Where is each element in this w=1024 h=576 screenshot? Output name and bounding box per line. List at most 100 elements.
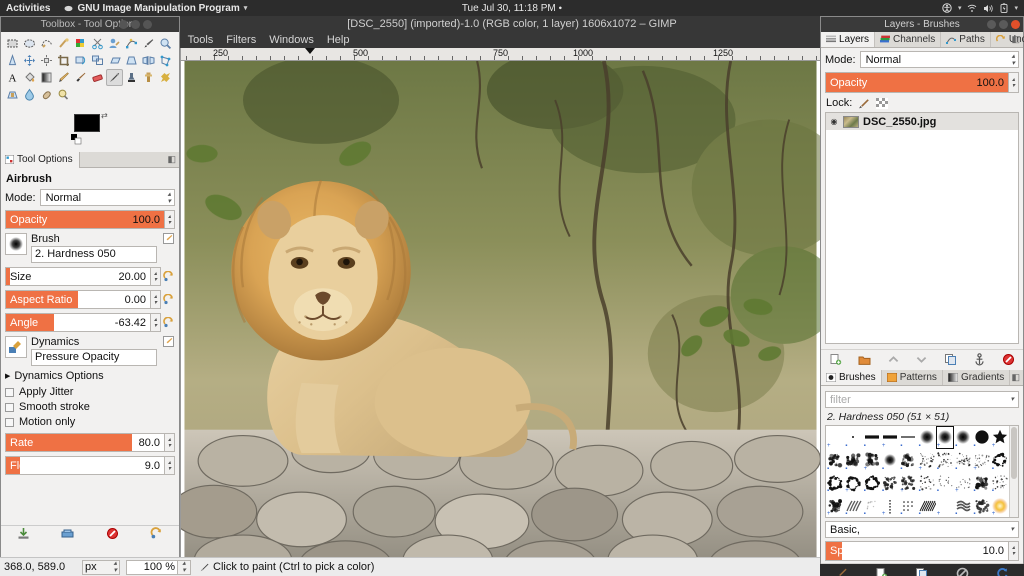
angle-reset-icon[interactable]	[161, 313, 175, 332]
color-picker-icon[interactable]	[140, 35, 157, 52]
brush-value[interactable]: 2. Hardness 050	[31, 246, 157, 263]
brush-cell[interactable]: +	[917, 449, 935, 472]
tab-tool-options[interactable]: Tool Options	[1, 152, 80, 168]
right-dock-titlebar[interactable]: Layers - Brushes	[821, 17, 1023, 32]
brush-cell[interactable]: +	[826, 426, 844, 449]
edit-brush-icon[interactable]	[835, 567, 848, 576]
fuzzy-select-icon[interactable]	[55, 35, 72, 52]
swap-colors-icon[interactable]: ⇄	[101, 111, 108, 120]
layer-opacity-spinner[interactable]: ▴ ▾	[1009, 72, 1019, 93]
opacity-spinner[interactable]: ▴ ▾	[165, 210, 175, 229]
brush-edit-icon[interactable]	[161, 233, 175, 244]
chevron-down-icon[interactable]: ▾	[1010, 396, 1014, 403]
tab-brushes[interactable]: Brushes	[821, 370, 882, 385]
lock-alpha-icon[interactable]	[876, 98, 888, 109]
select-by-color-icon[interactable]	[72, 35, 89, 52]
clone-icon[interactable]	[140, 69, 157, 86]
flow-slider[interactable]: Flow 9.0	[5, 456, 165, 475]
dock-menu-icon[interactable]: ◧	[167, 154, 176, 165]
brush-filter-input[interactable]: filter ▾	[825, 391, 1019, 408]
minimize-icon[interactable]	[119, 20, 128, 29]
new-group-icon[interactable]	[858, 353, 871, 366]
shear-icon[interactable]	[106, 52, 123, 69]
spacing-spinner[interactable]: ▴ ▾	[1009, 541, 1019, 561]
aspect-ratio-spinner[interactable]: ▴ ▾	[151, 290, 161, 309]
brush-cell[interactable]: ▪	[899, 449, 917, 472]
brush-tag-select[interactable]: Basic, ▾	[825, 521, 1019, 538]
smooth-stroke-checkbox[interactable]	[5, 403, 14, 412]
brush-preview[interactable]	[5, 233, 27, 255]
activities-button[interactable]: Activities	[6, 3, 50, 14]
spacing-slider[interactable]: Spacing 10.0	[825, 541, 1009, 561]
maximize-icon[interactable]	[131, 20, 140, 29]
lock-pixels-icon[interactable]	[858, 98, 870, 109]
close-icon[interactable]	[1011, 20, 1020, 29]
brush-cell[interactable]: +	[899, 472, 917, 495]
brushes-tab-row[interactable]: Brushes Patterns Gradients ◧	[821, 370, 1023, 386]
brush-cell[interactable]: ▪	[954, 494, 972, 517]
paths-icon[interactable]	[123, 35, 140, 52]
brush-cell[interactable]: +	[881, 494, 899, 517]
brush-cell[interactable]: ▪	[826, 449, 844, 472]
brush-cell[interactable]: ▪	[844, 426, 862, 449]
ink-icon[interactable]	[123, 69, 140, 86]
brush-cell[interactable]: ▪	[826, 472, 844, 495]
brush-grid[interactable]: + ▪ ▪ + ▪ ▪ + ▪ ▪ + ▪ ▪ + ▪ ▪ + ▪ ▪ + ▪ ▪ + ▪ ▪ + ▪ ▪ + ▪ ▪ + ▪ ▪ + ▪ ▪ + ▪ ▪ +	[826, 426, 1009, 517]
size-reset-icon[interactable]	[161, 267, 175, 286]
apply-jitter-checkbox[interactable]	[5, 388, 14, 397]
horizontal-ruler[interactable]: 250 500 750 1000 1250	[172, 48, 820, 61]
text-icon[interactable]: A	[4, 69, 21, 86]
lower-layer-icon[interactable]	[915, 353, 928, 366]
delete-brush-icon[interactable]	[956, 567, 969, 576]
zoom-spinner[interactable]: ▴ ▾	[178, 560, 191, 575]
foreground-color-swatch[interactable]	[74, 114, 100, 132]
brush-cell[interactable]: ▪	[863, 426, 881, 449]
layer-mode-select[interactable]: Normal ▴ ▾	[860, 51, 1019, 68]
brush-cell[interactable]: ▪	[881, 449, 899, 472]
brush-cell[interactable]: ▪	[954, 449, 972, 472]
ellipse-select-icon[interactable]	[21, 35, 38, 52]
rate-slider[interactable]: Rate 80.0	[5, 433, 165, 452]
menu-item-tools[interactable]: Tools	[188, 34, 214, 46]
brush-cell[interactable]: ▪	[991, 472, 1009, 495]
brush-cell[interactable]: ▪	[972, 494, 990, 517]
dynamics-edit-icon[interactable]	[161, 336, 175, 347]
rate-slider-row[interactable]: Rate 80.0 ▴ ▾	[5, 433, 175, 452]
layer-list[interactable]: ◉ DSC_2550.jpg	[825, 112, 1019, 344]
pencil-icon[interactable]	[55, 69, 72, 86]
save-tool-preset-icon[interactable]	[17, 527, 30, 540]
system-tray[interactable]: ▾ ▾	[942, 3, 1018, 13]
angle-spinner[interactable]: ▴ ▾	[151, 313, 161, 332]
duplicate-layer-icon[interactable]	[944, 353, 957, 366]
tool-grid[interactable]: A	[1, 32, 181, 104]
brush-cell[interactable]: ▪	[881, 472, 899, 495]
brush-cell[interactable]: ▪	[936, 472, 954, 495]
move-icon[interactable]	[21, 52, 38, 69]
brush-cell[interactable]: ▪	[936, 449, 954, 472]
smooth-stroke-row[interactable]: Smooth stroke	[5, 401, 175, 413]
brush-cell[interactable]: ▪	[844, 494, 862, 517]
brush-cell[interactable]: ▪	[863, 472, 881, 495]
rect-select-icon[interactable]	[4, 35, 21, 52]
layers-dock-menu-icon[interactable]: ◧	[1011, 34, 1020, 45]
angle-slider[interactable]: Angle -63.42	[5, 313, 151, 332]
duplicate-brush-icon[interactable]	[915, 567, 928, 576]
minimize-icon[interactable]	[987, 20, 996, 29]
brush-cell[interactable]: +	[936, 426, 954, 449]
align-icon[interactable]	[38, 52, 55, 69]
layer-opacity-slider[interactable]: Opacity 100.0	[825, 72, 1009, 93]
mode-select[interactable]: Normal ▴ ▾	[40, 189, 175, 206]
crop-icon[interactable]	[55, 52, 72, 69]
menu-item-help[interactable]: Help	[327, 34, 350, 46]
reset-tool-options-icon[interactable]	[150, 527, 163, 540]
brush-cell[interactable]: ▪	[863, 494, 881, 517]
toolbox-window-buttons[interactable]	[119, 20, 152, 29]
flip-icon[interactable]	[140, 52, 157, 69]
delete-tool-preset-icon[interactable]	[106, 527, 119, 540]
measure-icon[interactable]	[4, 52, 21, 69]
brush-cell[interactable]: ▪	[972, 472, 990, 495]
motion-only-row[interactable]: Motion only	[5, 416, 175, 428]
perspective-clone-icon[interactable]	[4, 86, 21, 103]
reset-colors-icon[interactable]	[71, 134, 82, 145]
accessibility-icon[interactable]	[942, 3, 952, 13]
